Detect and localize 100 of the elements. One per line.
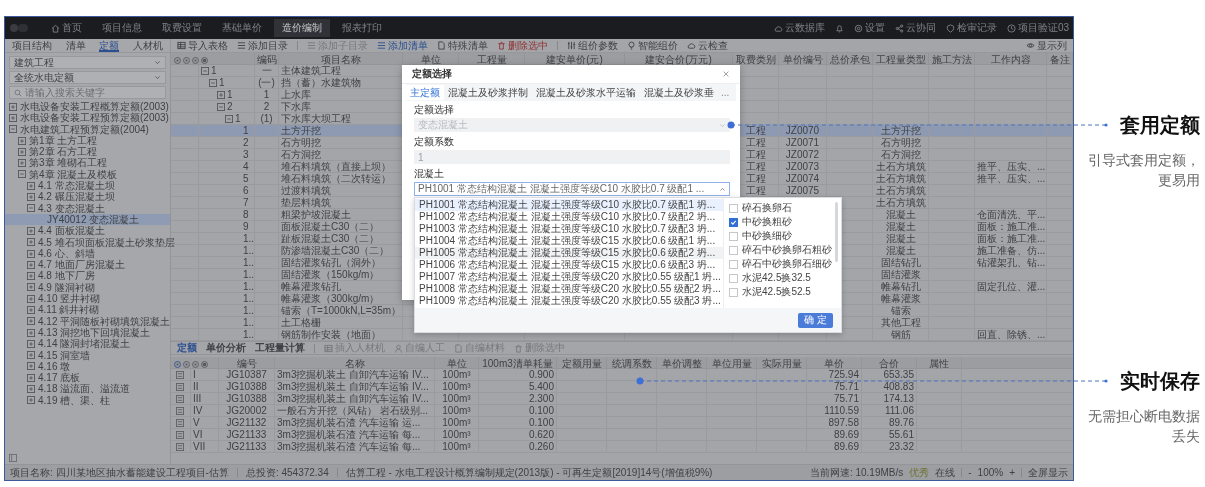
- table-cell: 固结灌浆（150kg/m）: [281, 269, 380, 280]
- table-cell: 混凝土: [885, 209, 916, 220]
- table-cell: 100m³: [442, 393, 471, 404]
- table-cell: 帷幕灌浆（300kg/m）: [281, 293, 380, 304]
- table-cell: 3m3挖掘机装土 自卸汽车运输 IV...: [277, 393, 429, 404]
- row-number: 1..: [243, 317, 255, 328]
- table-cell: 89.76: [888, 417, 914, 428]
- project-name: 项目名称: 四川某地区抽水蓄能建设工程项目-估算: [10, 465, 229, 480]
- column-header: 工作内容: [990, 53, 1031, 67]
- row-number: 1..: [243, 305, 255, 316]
- table-cell: 上水库: [281, 89, 311, 100]
- tree-label: 第2章 石方工程: [29, 146, 98, 158]
- table-cell: 0.620: [528, 429, 554, 440]
- table-cell: 石方洞挖: [880, 149, 921, 160]
- table-cell: 施工准备、仿...: [977, 245, 1046, 256]
- table-cell: 1: [263, 89, 270, 100]
- tree-label: 4.6 心、斜墙: [38, 247, 95, 260]
- table-cell: 下水库大坝工程: [281, 113, 351, 124]
- table-cell: 653.35: [883, 369, 914, 380]
- row-number: 1: [227, 89, 233, 100]
- table-cell: 固结灌浆: [880, 269, 921, 280]
- table-cell: JG10387: [226, 369, 267, 380]
- table-cell: 其他工程: [880, 317, 921, 328]
- network-quality: 优秀: [909, 465, 930, 480]
- row-number: 7: [243, 197, 249, 208]
- zoom-level: 100%: [977, 467, 1004, 478]
- tree-label: 4.9 隧洞衬砌: [38, 281, 95, 294]
- table-cell: 土石方填筑: [875, 173, 926, 184]
- table-cell: 混凝土: [885, 221, 916, 232]
- column-header: 100m3清单耗量: [482, 357, 553, 370]
- table-cell: JZ0070: [785, 125, 820, 136]
- table-cell: 2.300: [528, 393, 554, 404]
- row-number: 5: [243, 173, 249, 184]
- table-cell: 工程: [745, 161, 766, 172]
- tree-label: 4.12 平洞随板衬砌填筑混凝土: [38, 315, 171, 327]
- row-number: IV: [193, 405, 203, 416]
- table-cell: 挡（蓄）水建筑物: [281, 77, 361, 88]
- column-header: 备注: [1049, 53, 1070, 67]
- table-cell: 回直、除锈、...: [977, 329, 1046, 340]
- tree-label: 4.14 隧洞封堵混凝土: [38, 338, 131, 350]
- table-cell: 5.400: [528, 381, 554, 392]
- table-cell: 3m3挖掘机装石渣 汽车运输 每...: [277, 441, 421, 452]
- row-number: 1..: [243, 281, 255, 292]
- row-number: 3: [243, 149, 249, 160]
- table-cell: JZ0071: [785, 137, 820, 148]
- row-number: 1: [219, 77, 225, 88]
- table-cell: 408.83: [883, 381, 914, 392]
- column-header: 单位: [420, 53, 441, 67]
- column-header: 编码: [256, 53, 277, 67]
- table-cell: 55.61: [888, 429, 914, 440]
- table-cell: 帷幕灌浆: [880, 293, 921, 304]
- table-cell: 面板：施工准...: [977, 221, 1046, 232]
- table-cell: 工程: [745, 137, 766, 148]
- row-number: 1..: [243, 329, 255, 340]
- table-cell: 0.900: [528, 369, 554, 380]
- table-cell: 过渡料填筑: [281, 185, 331, 196]
- column-header: 单价调整: [661, 357, 702, 371]
- table-cell: JG21133: [226, 441, 267, 452]
- table-cell: 钢筋: [890, 329, 911, 340]
- table-cell: 混凝土: [885, 233, 916, 244]
- table-cell: 工程: [745, 173, 766, 184]
- row-number: 1..: [243, 269, 255, 280]
- table-cell: 89.69: [833, 429, 859, 440]
- row-number: I: [193, 369, 196, 380]
- tree-label: 4.1 常态混凝土坝: [38, 180, 115, 192]
- table-cell: 推平、压实、...: [977, 161, 1046, 172]
- tree-label: 第4章 混凝土及模板: [29, 168, 118, 181]
- row-number: 9: [243, 221, 249, 232]
- column-header: 实际用量: [761, 357, 802, 371]
- total-investment: 总投资: 454372.34: [245, 465, 329, 480]
- table-cell: JG20002: [226, 405, 267, 416]
- tree-label: 4.13 洞挖地下回填混凝土: [38, 326, 151, 339]
- table-cell: 垫层料填筑: [281, 197, 331, 208]
- table-cell: JG10388: [226, 393, 267, 404]
- column-header: 属性: [929, 357, 949, 371]
- table-cell: 100m³: [442, 381, 471, 392]
- row-number: V: [193, 417, 200, 428]
- table-cell: 固结灌浆钻孔（洞外）: [281, 257, 381, 268]
- tree-label: 4.15 洞室墙: [38, 349, 91, 361]
- tree-label: 4.4 面板混凝土: [38, 225, 105, 237]
- column-header: 统调系数: [611, 357, 652, 371]
- tree-label: 4.5 堆石坝面板混凝土砂浆垫层: [38, 236, 175, 248]
- table-cell: 锚索: [890, 305, 911, 316]
- column-header: 总价承包: [829, 53, 870, 67]
- row-number: 2: [227, 101, 233, 112]
- connection-status: 在线: [935, 465, 956, 480]
- tree-label: 4.8 地下厂房: [38, 270, 95, 282]
- table-cell: 面板：施工准...: [977, 233, 1046, 244]
- column-header: 工程量: [476, 53, 507, 67]
- table-cell: 土工格栅: [281, 317, 321, 328]
- column-header: 合价: [879, 357, 899, 370]
- column-header: 建安合价(万元): [645, 53, 712, 67]
- table-cell: 0.100: [528, 405, 554, 416]
- table-cell: 3m3挖掘机装土 自卸汽车运输 IV...: [277, 369, 429, 380]
- row-number: 8: [243, 209, 249, 220]
- row-number: 1..: [243, 293, 255, 304]
- table-cell: 土石方填筑: [875, 185, 926, 196]
- tree-label: 水电建筑工程预算定额(2004): [20, 123, 149, 135]
- table-cell: 仓面清洗、平...: [977, 209, 1046, 220]
- table-cell: 3m3挖掘机装土 自卸汽车运输 IV...: [277, 381, 429, 392]
